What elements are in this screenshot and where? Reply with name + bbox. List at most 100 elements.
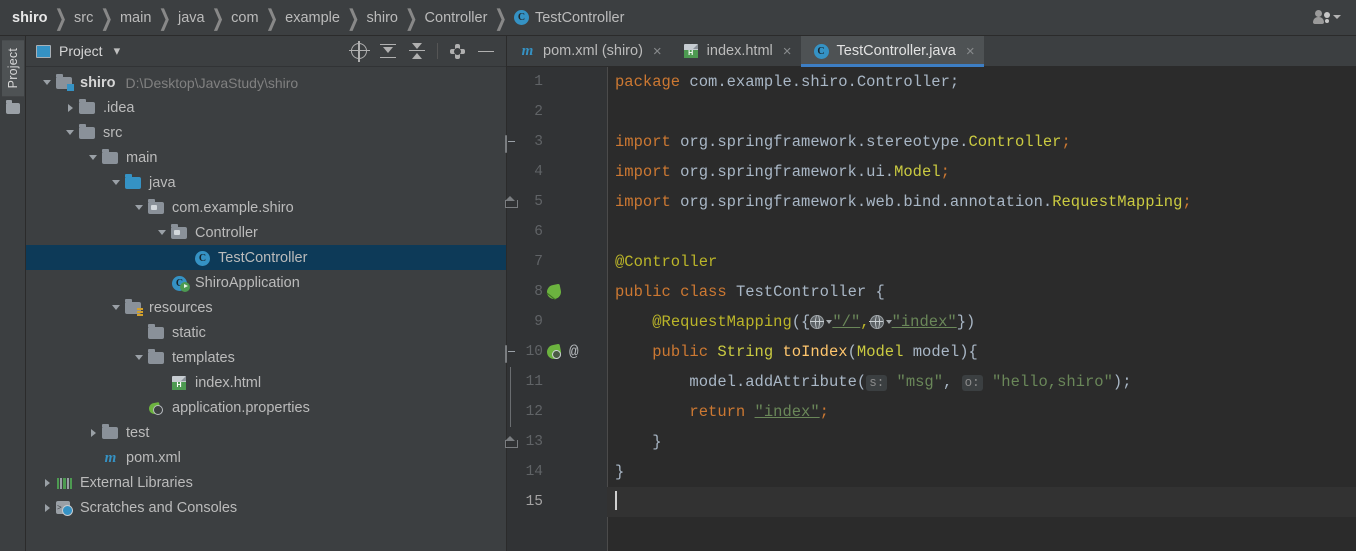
chevron-down-icon[interactable] <box>107 170 125 195</box>
string-literal[interactable]: "index" <box>755 403 820 421</box>
chevron-down-icon[interactable] <box>130 195 148 220</box>
close-icon[interactable]: × <box>783 44 792 59</box>
parameter-hint: s: <box>866 375 888 391</box>
folder-icon <box>148 348 165 366</box>
tree-node-label: ShiroApplication <box>195 274 300 291</box>
tree-node-controller[interactable]: Controller <box>26 220 506 245</box>
gutter-row-8[interactable]: 8 <box>507 277 607 307</box>
tree-node-external-libraries[interactable]: External Libraries <box>26 470 506 495</box>
fold-collapse-icon[interactable] <box>505 135 507 153</box>
tree-node-resources[interactable]: resources <box>26 295 506 320</box>
breadcrumb-item-shiro-pkg[interactable]: shiro <box>367 10 398 26</box>
tree-node-src[interactable]: src <box>26 120 506 145</box>
close-icon[interactable]: × <box>653 44 662 59</box>
tree-node-pom-xml[interactable]: m pom.xml <box>26 445 506 470</box>
tool-window-tab-project[interactable]: Project <box>1 40 24 97</box>
gutter-row-3[interactable]: 3 <box>505 127 607 157</box>
chevron-down-icon[interactable] <box>84 145 102 170</box>
breadcrumb-item-java[interactable]: java <box>178 10 205 26</box>
module-folder-icon <box>56 73 74 91</box>
expand-all-icon[interactable] <box>379 42 398 61</box>
gutter-row-1[interactable]: 1 <box>507 67 607 97</box>
code-editor[interactable]: 1 2 3 4 5 6 7 8 9 10 @11 12 13 14 15 package com.examp… <box>505 67 1356 551</box>
chevron-down-icon[interactable] <box>107 295 125 320</box>
settings-gear-icon[interactable] <box>448 42 467 61</box>
tree-node-templates[interactable]: templates <box>26 345 506 370</box>
gutter-row-4[interactable]: 4 <box>507 157 607 187</box>
chevron-right-icon[interactable] <box>38 495 56 520</box>
account-button[interactable] <box>1304 4 1350 30</box>
tree-node-java[interactable]: java <box>26 170 506 195</box>
hide-panel-icon[interactable] <box>477 42 496 61</box>
gutter-row-13[interactable]: 13 <box>507 427 607 457</box>
editor-tab-testcontroller-java[interactable]: C TestController.java × <box>800 36 984 67</box>
tree-node-static[interactable]: static <box>26 320 506 345</box>
web-reference-inlay-1[interactable] <box>809 314 833 329</box>
breadcrumb-item-src[interactable]: src <box>74 10 93 26</box>
breadcrumb-item-com[interactable]: com <box>231 10 258 26</box>
gutter-row-5[interactable]: 5 <box>507 187 607 217</box>
gutter-row-2[interactable]: 2 <box>507 97 607 127</box>
chevron-down-icon[interactable] <box>153 220 171 245</box>
chevron-down-icon[interactable] <box>38 70 56 95</box>
breadcrumb-item-controller[interactable]: Controller <box>425 10 488 26</box>
breadcrumb-item-example[interactable]: example <box>285 10 340 26</box>
code-line-14: } <box>607 457 1356 487</box>
close-icon[interactable]: × <box>966 44 975 59</box>
code-line-3: import org.springframework.stereotype.Co… <box>607 127 1356 157</box>
breadcrumb-item-shiro[interactable]: shiro <box>12 10 47 26</box>
gutter-row-12[interactable]: 12 <box>507 397 607 427</box>
tree-node-main[interactable]: main <box>26 145 506 170</box>
project-tool-window: Project ▾ shiro D:\Desktop\JavaStudy\shir… <box>26 36 507 551</box>
line-number: 3 <box>534 134 543 150</box>
import-path: org.springframework.web.bind.annotation. <box>670 193 1053 211</box>
web-reference-inlay-2[interactable] <box>869 314 892 329</box>
tree-node-index-html[interactable]: index.html <box>26 370 506 395</box>
chevron-right-icon[interactable] <box>84 420 102 445</box>
gutter-row-9[interactable]: 9 <box>507 307 607 337</box>
collapse-all-icon[interactable] <box>408 42 427 61</box>
tree-node-shiro[interactable]: shiro D:\Desktop\JavaStudy\shiro <box>26 70 506 95</box>
tree-node--idea[interactable]: .idea <box>26 95 506 120</box>
editor-tab-pom-xml[interactable]: m pom.xml (shiro) × <box>507 36 671 66</box>
punctuation: , <box>860 313 870 331</box>
locate-in-tree-icon[interactable] <box>349 40 370 62</box>
tree-node-application-properties[interactable]: application.properties <box>26 395 506 420</box>
string-literal[interactable]: "index" <box>892 313 957 331</box>
editor-tab-index-html[interactable]: index.html × <box>671 36 801 66</box>
gutter-row-6[interactable]: 6 <box>507 217 607 247</box>
java-class-icon: C <box>813 43 830 59</box>
chevron-down-icon[interactable] <box>61 120 79 145</box>
gutter-row-14[interactable]: 14 <box>507 457 607 487</box>
semicolon: ; <box>940 163 950 181</box>
tree-node-scratches-and-consoles[interactable]: > Scratches and Consoles <box>26 495 506 520</box>
chevron-right-icon[interactable] <box>38 470 56 495</box>
gutter-row-15[interactable]: 15 <box>507 487 607 517</box>
tree-node-shiroapplication[interactable]: C ShiroApplication <box>26 270 506 295</box>
breadcrumb: shiro ❯ src ❯ main ❯ java ❯ com ❯ exampl… <box>12 6 624 32</box>
chevron-right-icon[interactable] <box>61 95 79 120</box>
line-number: 8 <box>534 284 543 300</box>
chevron-down-icon[interactable] <box>130 345 148 370</box>
tree-node-label: pom.xml <box>126 449 181 466</box>
class-name: Model <box>894 163 941 181</box>
chevron-down-icon[interactable]: ▾ <box>114 43 121 59</box>
fold-collapse-icon[interactable] <box>505 345 507 363</box>
gutter-row-10[interactable]: 10 @ <box>505 337 607 367</box>
string-literal[interactable]: "/" <box>832 313 860 331</box>
left-tool-window-bar: Project <box>0 36 26 551</box>
editor-gutter[interactable]: 1 2 3 4 5 6 7 8 9 10 @11 12 13 14 15 <box>505 67 607 551</box>
breadcrumb-item-main[interactable]: main <box>120 10 151 26</box>
folder-icon[interactable] <box>5 100 20 115</box>
code-lines[interactable]: package com.example.shiro.Controller; im… <box>607 67 1356 551</box>
breadcrumb-item-testcontroller[interactable]: C TestController <box>513 10 624 26</box>
gutter-row-7[interactable]: 7 <box>507 247 607 277</box>
project-tree[interactable]: shiro D:\Desktop\JavaStudy\shiro .idea src m… <box>26 67 506 551</box>
tree-node-testcontroller[interactable]: C TestController <box>26 245 506 270</box>
tree-node-com-example-shiro[interactable]: com.example.shiro <box>26 195 506 220</box>
annotation-at-icon[interactable]: @ <box>569 344 579 360</box>
gutter-row-11[interactable]: 11 <box>507 367 607 397</box>
tree-node-test[interactable]: test <box>26 420 506 445</box>
